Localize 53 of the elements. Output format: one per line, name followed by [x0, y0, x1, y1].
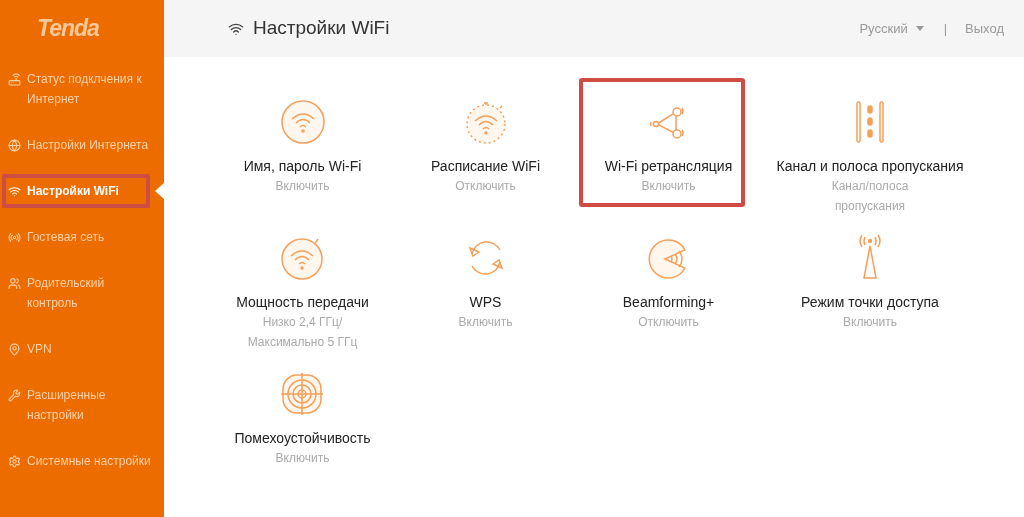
tile-title: Расписание WiFi — [430, 157, 541, 176]
tile-title: Beamforming+ — [622, 293, 715, 312]
feature-tile[interactable]: Имя, пароль Wi-Fi Включить — [243, 98, 362, 196]
tile-status: Отключить — [638, 314, 699, 331]
wrench-icon — [8, 388, 21, 402]
tile-status: Низко 2,4 ГГц/ — [262, 314, 343, 331]
tile-status: Отключить — [455, 178, 516, 195]
tile-title: WPS — [469, 293, 502, 312]
page-title: Настройки WiFi — [253, 16, 390, 41]
pin-icon — [8, 342, 21, 356]
separator: | — [943, 19, 948, 38]
feature-tile[interactable]: Мощность передачи Низко 2,4 ГГц/ Максимально 5 ГГц — [236, 234, 369, 352]
tile-status: пропускания — [834, 198, 906, 215]
tile-status: Максимально 5 ГГц — [247, 334, 358, 351]
sidebar-item[interactable]: Настройки WiFi — [0, 181, 164, 201]
feature-tile[interactable]: WPS Включить — [458, 234, 513, 332]
feature-tile[interactable]: Расписание WiFi Отключить — [430, 98, 541, 196]
logout-link[interactable]: Выход — [965, 18, 1004, 39]
sidebar-item[interactable]: Настройки Интернета — [0, 135, 164, 155]
tile-title: Имя, пароль Wi-Fi — [243, 157, 362, 176]
sidebar-item[interactable]: Родительский контроль — [0, 273, 164, 313]
feature-tile[interactable]: Wi-Fi ретрансляция Включить — [604, 98, 733, 196]
router-icon — [8, 72, 21, 86]
feature-tile[interactable]: Помехоустойчивость Включить — [234, 370, 371, 468]
selection-pointer — [155, 183, 164, 199]
settings-icon — [8, 454, 21, 468]
people-icon — [8, 276, 21, 290]
tile-title: Режим точки доступа — [801, 293, 939, 312]
wifi-icon — [8, 184, 21, 198]
language-dropdown[interactable]: Русский — [859, 18, 924, 39]
sidebar-item[interactable]: Расширенные настройки — [0, 385, 164, 425]
tile-title: Wi-Fi ретрансляция — [604, 157, 733, 176]
tile-status: Включить — [843, 314, 897, 331]
tile-status: Канал/полоса — [831, 178, 909, 195]
sidebar-item[interactable]: Системные настройки — [0, 451, 164, 471]
tile-status: Включить — [275, 450, 330, 467]
tile-status: Включить — [641, 178, 696, 195]
logo: Tenda — [37, 14, 99, 42]
caret-icon — [915, 26, 924, 31]
sidebar-item[interactable]: VPN — [0, 339, 164, 359]
tile-title: Мощность передачи — [236, 293, 369, 312]
tile-status: Включить — [458, 314, 513, 331]
feature-tile[interactable]: Канал и полоса пропускания Канал/полоса пропускания — [776, 98, 964, 216]
sidebar-item[interactable]: Гостевая сеть — [0, 227, 164, 247]
feature-tile[interactable]: Beamforming+ Отключить — [622, 234, 715, 332]
tile-title: Канал и полоса пропускания — [776, 157, 964, 176]
globe-icon — [8, 138, 21, 152]
tile-title: Помехоустойчивость — [234, 429, 371, 448]
broadcast-icon — [8, 230, 21, 244]
feature-tile[interactable]: Режим точки доступа Включить — [801, 234, 939, 332]
tile-status: Включить — [275, 178, 330, 195]
sidebar-item[interactable]: Статус подклчения к Интернет — [0, 69, 164, 109]
wifi-icon — [278, 98, 327, 146]
